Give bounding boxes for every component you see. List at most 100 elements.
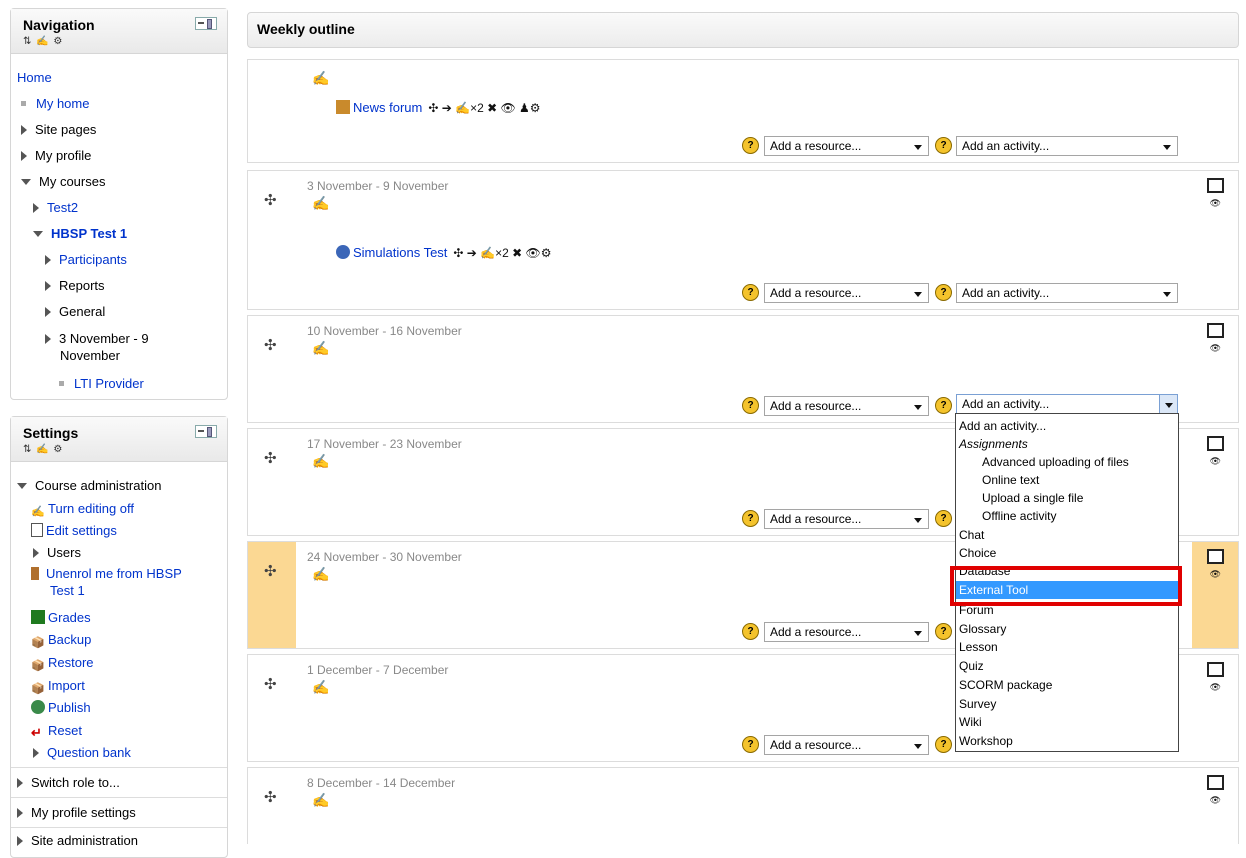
help-icon[interactable]: ? — [742, 137, 759, 154]
help-icon[interactable]: ? — [935, 510, 952, 527]
edit-summary-icon[interactable]: ✍ — [312, 566, 329, 583]
settings-turn-editing[interactable]: ✍ Turn editing off — [31, 499, 134, 519]
edit-summary-icon[interactable]: ✍ — [312, 792, 329, 809]
move-section-icon[interactable]: ✣ — [264, 562, 277, 580]
move-section-icon[interactable]: ✣ — [264, 675, 277, 693]
highlight-toggle-icon[interactable] — [1207, 178, 1224, 193]
dropdown-option[interactable]: Forum — [956, 601, 1178, 619]
block-dock-icon[interactable] — [195, 425, 217, 438]
activity-edit-icons[interactable]: ✣ ➔ ✍×2 ✖ 👁 ♟⚙ — [428, 101, 540, 115]
help-icon[interactable]: ? — [742, 510, 759, 527]
help-icon[interactable]: ? — [935, 623, 952, 640]
nav-home[interactable]: Home — [17, 68, 52, 88]
add-resource-select[interactable]: Add a resource... — [764, 622, 929, 642]
dropdown-option[interactable]: Quiz — [956, 657, 1178, 675]
add-activity-select[interactable]: Add an activity... — [956, 136, 1178, 156]
dropdown-option[interactable]: Workshop — [956, 732, 1178, 750]
move-section-icon[interactable]: ✣ — [264, 449, 277, 467]
dropdown-option[interactable]: Online text — [956, 471, 1178, 489]
dropdown-option[interactable]: Upload a single file — [956, 489, 1178, 507]
news-forum-activity[interactable]: News forum ✣ ➔ ✍×2 ✖ 👁 ♟⚙ — [336, 100, 541, 115]
visibility-eye-icon[interactable]: 👁 — [1210, 795, 1221, 806]
highlight-toggle-icon[interactable] — [1207, 775, 1224, 790]
edit-summary-icon[interactable]: ✍ — [312, 340, 329, 357]
help-icon[interactable]: ? — [935, 284, 952, 301]
settings-grades[interactable]: Grades — [31, 608, 91, 628]
add-resource-select[interactable]: Add a resource... — [764, 283, 929, 303]
dropdown-option[interactable]: Add an activity... — [956, 417, 1178, 435]
simulations-test-activity[interactable]: Simulations Test ✣ ➔ ✍×2 ✖ 👁⚙ — [336, 245, 552, 260]
nav-my-profile[interactable]: My profile — [21, 146, 91, 166]
dropdown-option[interactable]: Glossary — [956, 620, 1178, 638]
help-icon[interactable]: ? — [742, 397, 759, 414]
edit-summary-icon[interactable]: ✍ — [312, 70, 329, 87]
block-dock-icon[interactable] — [195, 17, 217, 30]
dropdown-option-selected[interactable]: External Tool — [956, 581, 1178, 599]
add-resource-select[interactable]: Add a resource... — [764, 509, 929, 529]
help-icon[interactable]: ? — [742, 284, 759, 301]
edit-summary-icon[interactable]: ✍ — [312, 679, 329, 696]
visibility-eye-icon[interactable]: 👁 — [1210, 456, 1221, 467]
block-move-edit-icons[interactable]: ⇅ ✍ ⚙ — [23, 444, 63, 455]
dropdown-option[interactable]: Survey — [956, 695, 1178, 713]
dropdown-option[interactable]: Chat — [956, 526, 1178, 544]
move-section-icon[interactable]: ✣ — [264, 191, 277, 209]
add-activity-select-open[interactable]: Add an activity... — [956, 394, 1178, 414]
nav-course-hbsp[interactable]: HBSP Test 1 — [33, 224, 127, 244]
settings-edit-settings[interactable]: Edit settings — [31, 521, 117, 541]
highlight-toggle-icon[interactable] — [1207, 323, 1224, 338]
settings-profile-settings[interactable]: My profile settings — [17, 803, 136, 823]
visibility-eye-icon[interactable]: 👁 — [1210, 198, 1221, 209]
highlight-toggle-icon[interactable] — [1207, 662, 1224, 677]
dropdown-option[interactable]: Offline activity — [956, 507, 1178, 525]
dropdown-option[interactable]: Lesson — [956, 638, 1178, 656]
settings-restore[interactable]: 📦 Restore — [31, 653, 94, 673]
activity-edit-icons[interactable]: ✣ ➔ ✍×2 ✖ 👁⚙ — [453, 246, 551, 260]
visibility-eye-icon[interactable]: 👁 — [1210, 569, 1221, 580]
help-icon[interactable]: ? — [935, 397, 952, 414]
nav-participants[interactable]: Participants — [45, 250, 127, 270]
dropdown-option[interactable]: Advanced uploading of files — [956, 453, 1178, 471]
add-resource-select[interactable]: Add a resource... — [764, 735, 929, 755]
dropdown-button[interactable] — [1159, 395, 1177, 413]
highlight-toggle-icon[interactable] — [1207, 436, 1224, 451]
nav-site-pages[interactable]: Site pages — [21, 120, 96, 140]
visibility-eye-icon[interactable]: 👁 — [1210, 682, 1221, 693]
nav-general[interactable]: General — [45, 302, 105, 322]
visibility-eye-icon[interactable]: 👁 — [1210, 343, 1221, 354]
settings-course-admin[interactable]: Course administration — [17, 476, 161, 496]
move-section-icon[interactable]: ✣ — [264, 788, 277, 806]
settings-users[interactable]: Users — [33, 543, 81, 563]
nav-course-test2[interactable]: Test2 — [33, 198, 78, 218]
add-resource-select[interactable]: Add a resource... — [764, 396, 929, 416]
settings-site-admin[interactable]: Site administration — [17, 831, 138, 851]
settings-backup[interactable]: 📦 Backup — [31, 630, 91, 650]
nav-week1[interactable]: 3 November - 9 November — [45, 330, 149, 366]
move-section-icon[interactable]: ✣ — [264, 336, 277, 354]
dropdown-option[interactable]: SCORM package — [956, 676, 1178, 694]
nav-reports[interactable]: Reports — [45, 276, 105, 296]
add-activity-select[interactable]: Add an activity... — [956, 283, 1178, 303]
settings-import[interactable]: 📦 Import — [31, 676, 85, 696]
help-icon[interactable]: ? — [742, 736, 759, 753]
settings-publish[interactable]: Publish — [31, 698, 91, 718]
settings-switch-role[interactable]: Switch role to... — [17, 773, 120, 793]
nav-my-courses[interactable]: My courses — [21, 172, 105, 192]
settings-unenrol[interactable]: Unenrol me from HBSP Test 1 — [31, 565, 182, 601]
add-resource-select[interactable]: Add a resource... — [764, 136, 929, 156]
block-move-edit-icons[interactable]: ⇅ ✍ ⚙ — [23, 36, 63, 47]
nav-lti-provider[interactable]: LTI Provider — [59, 374, 144, 394]
help-icon[interactable]: ? — [742, 623, 759, 640]
settings-question-bank[interactable]: Question bank — [33, 743, 131, 763]
edit-summary-icon[interactable]: ✍ — [312, 453, 329, 470]
help-icon[interactable]: ? — [935, 736, 952, 753]
dropdown-option[interactable]: Database — [956, 562, 1178, 580]
dropdown-option[interactable]: Wiki — [956, 713, 1178, 731]
bullet-icon — [59, 381, 64, 386]
help-icon[interactable]: ? — [935, 137, 952, 154]
highlight-toggle-icon[interactable] — [1207, 549, 1224, 564]
nav-my-home[interactable]: My home — [21, 94, 89, 114]
edit-summary-icon[interactable]: ✍ — [312, 195, 329, 212]
dropdown-option[interactable]: Choice — [956, 544, 1178, 562]
settings-reset[interactable]: ↵ Reset — [31, 721, 82, 741]
